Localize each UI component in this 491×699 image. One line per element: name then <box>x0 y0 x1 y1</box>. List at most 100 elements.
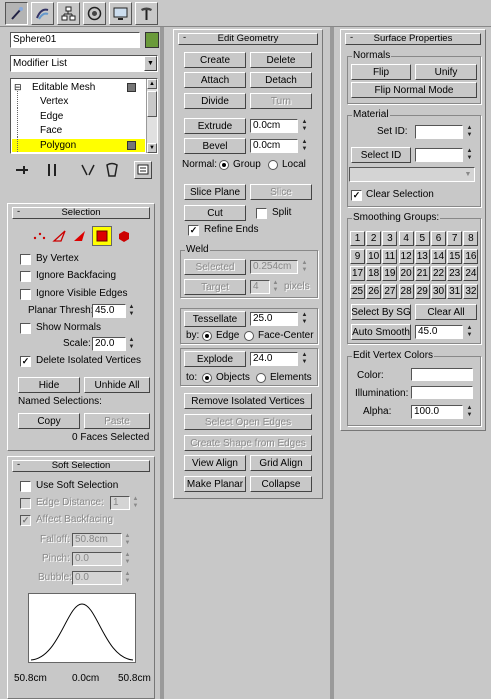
stack-scrollbar[interactable]: ▲ ▼ <box>146 79 157 153</box>
make-planar-button[interactable]: Make Planar <box>184 476 246 492</box>
stack-item[interactable]: Face <box>12 122 145 138</box>
spinner-arrows-icon[interactable]: ▲ ▼ <box>124 552 131 566</box>
spinner-arrows-icon[interactable]: ▲ ▼ <box>466 125 473 139</box>
attach-button[interactable]: Attach <box>184 72 246 88</box>
smoothing-group-button[interactable]: 9 <box>350 248 365 264</box>
create-button[interactable]: Create <box>184 52 246 68</box>
hierarchy-tab-icon[interactable] <box>57 2 80 25</box>
bevel-button[interactable]: Bevel <box>184 138 246 154</box>
spinner-arrows-icon[interactable]: ▲ ▼ <box>466 405 473 419</box>
object-name-field[interactable]: Sphere01 <box>10 32 140 48</box>
smoothing-group-button[interactable]: 27 <box>382 283 398 299</box>
smoothing-group-button[interactable]: 29 <box>414 283 430 299</box>
configure-modifier-sets-icon[interactable] <box>134 161 152 179</box>
pin-stack-icon[interactable] <box>14 162 30 178</box>
explode-button[interactable]: Explode <box>184 351 246 367</box>
selection-rollout-header[interactable]: - Selection <box>12 207 150 219</box>
smoothing-group-button[interactable]: 6 <box>431 231 446 246</box>
element-subobject-icon[interactable] <box>116 228 132 244</box>
paste-button[interactable]: Paste <box>84 413 150 429</box>
chevron-down-icon[interactable]: ▼ <box>144 56 157 71</box>
spinner-arrows-icon[interactable]: ▲ ▼ <box>124 571 131 585</box>
explode-elements-radio[interactable] <box>256 373 266 383</box>
illumination-color-swatch[interactable] <box>411 386 473 399</box>
material-name-dropdown[interactable] <box>349 167 475 182</box>
ignore-backfacing-checkbox[interactable] <box>20 271 31 282</box>
smoothing-group-button[interactable]: 30 <box>431 283 446 299</box>
smoothing-group-button[interactable]: 5 <box>414 231 430 246</box>
spinner-arrows-icon[interactable]: ▲ ▼ <box>301 119 308 133</box>
modifier-toggle-icon[interactable] <box>127 83 136 92</box>
turn-button[interactable]: Turn <box>250 93 312 109</box>
scroll-thumb[interactable] <box>147 91 157 117</box>
view-align-button[interactable]: View Align <box>184 455 246 471</box>
expand-collapse-icon[interactable]: ⊟ <box>14 81 22 94</box>
flip-normal-mode-button[interactable]: Flip Normal Mode <box>351 82 477 98</box>
planar-thresh-spinner[interactable]: 45.0 <box>92 304 126 318</box>
tess-edge-radio[interactable] <box>202 331 212 341</box>
smoothing-group-button[interactable]: 19 <box>382 266 398 281</box>
tessellate-tension-spinner[interactable]: 25.0 <box>250 312 298 326</box>
edge-subobject-icon[interactable] <box>52 228 68 244</box>
bevel-spinner[interactable]: 0.0cm <box>250 139 298 153</box>
scroll-up-icon[interactable]: ▲ <box>147 79 157 89</box>
vertex-color-swatch[interactable] <box>411 368 473 381</box>
affect-backfacing-checkbox[interactable]: ✓ <box>20 515 31 526</box>
surface-properties-rollout-header[interactable]: - Surface Properties <box>345 33 481 45</box>
smoothing-group-button[interactable]: 22 <box>431 266 446 281</box>
stack-item[interactable]: Vertex <box>12 93 145 109</box>
explode-objects-radio[interactable] <box>202 373 212 383</box>
select-id-button[interactable]: Select ID <box>351 147 411 163</box>
modifier-list-dropdown[interactable]: Modifier List <box>10 55 158 72</box>
smoothing-group-button[interactable]: 3 <box>382 231 398 246</box>
smoothing-group-button[interactable]: 18 <box>366 266 382 281</box>
scale-spinner[interactable]: 20.0 <box>92 337 126 351</box>
modifier-stack[interactable]: ⊟ Editable Mesh Vertex Edge Face Polygon ▲ ▼ <box>10 78 158 154</box>
smoothing-group-button[interactable]: 32 <box>463 283 479 299</box>
edge-distance-checkbox[interactable] <box>20 498 31 509</box>
use-soft-selection-checkbox[interactable] <box>20 481 31 492</box>
smoothing-group-button[interactable]: 16 <box>463 248 479 264</box>
auto-smooth-spinner[interactable]: 45.0 <box>415 325 463 339</box>
delete-button[interactable]: Delete <box>250 52 312 68</box>
soft-selection-rollout-header[interactable]: - Soft Selection <box>12 460 150 472</box>
grid-align-button[interactable]: Grid Align <box>250 455 312 471</box>
smoothing-group-button[interactable]: 2 <box>366 231 382 246</box>
scroll-down-icon[interactable]: ▼ <box>147 143 157 153</box>
smoothing-group-button[interactable]: 8 <box>463 231 479 246</box>
object-color-swatch[interactable] <box>145 32 159 48</box>
remove-modifier-icon[interactable] <box>104 162 120 178</box>
spinner-arrows-icon[interactable]: ▲ ▼ <box>301 312 308 326</box>
smoothing-group-button[interactable]: 23 <box>447 266 463 281</box>
smoothing-group-button[interactable]: 1 <box>350 231 365 246</box>
tessellate-button[interactable]: Tessellate <box>184 311 246 327</box>
vertex-subobject-icon[interactable] <box>32 228 48 244</box>
smoothing-group-button[interactable]: 26 <box>366 283 382 299</box>
spinner-arrows-icon[interactable]: ▲ ▼ <box>128 304 135 318</box>
alpha-spinner[interactable]: 100.0 <box>411 405 463 419</box>
smoothing-group-button[interactable]: 28 <box>398 283 414 299</box>
smoothing-group-button[interactable]: 12 <box>398 248 414 264</box>
extrude-button[interactable]: Extrude <box>184 118 246 134</box>
explode-angle-spinner[interactable]: 24.0 <box>250 352 298 366</box>
utilities-tab-icon[interactable] <box>135 2 158 25</box>
weld-target-button[interactable]: Target <box>184 279 246 295</box>
bubble-spinner[interactable]: 0.0 <box>72 571 122 585</box>
clear-all-button[interactable]: Clear All <box>415 304 477 320</box>
smoothing-group-button[interactable]: 10 <box>366 248 382 264</box>
collapse-button[interactable]: Collapse <box>250 476 312 492</box>
show-normals-checkbox[interactable] <box>20 323 31 334</box>
delete-isolated-checkbox[interactable]: ✓ <box>20 356 31 367</box>
slice-plane-button[interactable]: Slice Plane <box>184 184 246 200</box>
normal-local-radio[interactable] <box>268 160 278 170</box>
modify-tab-icon[interactable] <box>31 2 54 25</box>
spinner-arrows-icon[interactable]: ▲ ▼ <box>301 352 308 366</box>
create-tab-icon[interactable] <box>5 2 28 25</box>
select-open-edges-button[interactable]: Select Open Edges <box>184 414 312 430</box>
normal-group-radio[interactable] <box>219 160 229 170</box>
ignore-visible-edges-checkbox[interactable] <box>20 289 31 300</box>
chevron-down-icon[interactable]: ▼ <box>462 168 474 181</box>
weld-threshold-spinner[interactable]: 0.254cm <box>250 260 298 274</box>
spinner-arrows-icon[interactable]: ▲ ▼ <box>301 139 308 153</box>
spinner-arrows-icon[interactable]: ▲ ▼ <box>301 260 308 274</box>
